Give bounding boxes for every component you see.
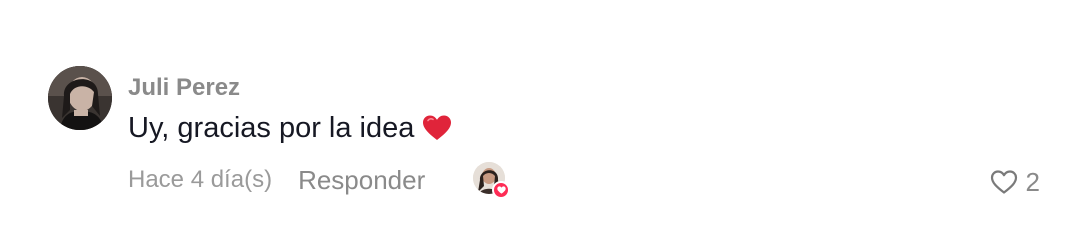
- liked-heart-icon: [492, 181, 510, 199]
- like-count: 2: [1025, 166, 1040, 197]
- reply-button[interactable]: Responder: [298, 165, 425, 196]
- creator-liked-indicator: [473, 162, 511, 200]
- commenter-avatar[interactable]: [48, 66, 112, 130]
- red-heart-emoji-icon: [422, 114, 452, 142]
- heart-outline-icon[interactable]: [990, 169, 1018, 195]
- comment-text: Uy, gracias por la idea: [128, 112, 415, 144]
- comment-timestamp: Hace 4 día(s): [128, 166, 273, 193]
- commenter-username[interactable]: Juli Perez: [128, 74, 240, 102]
- comment-item: Juli Perez Uy, gracias por la idea Hace …: [0, 0, 1088, 252]
- comment-body: Uy, gracias por la idea: [128, 111, 452, 145]
- comment-meta: Hace 4 día(s) Responder: [128, 162, 425, 198]
- like-button[interactable]: 2: [990, 166, 1040, 198]
